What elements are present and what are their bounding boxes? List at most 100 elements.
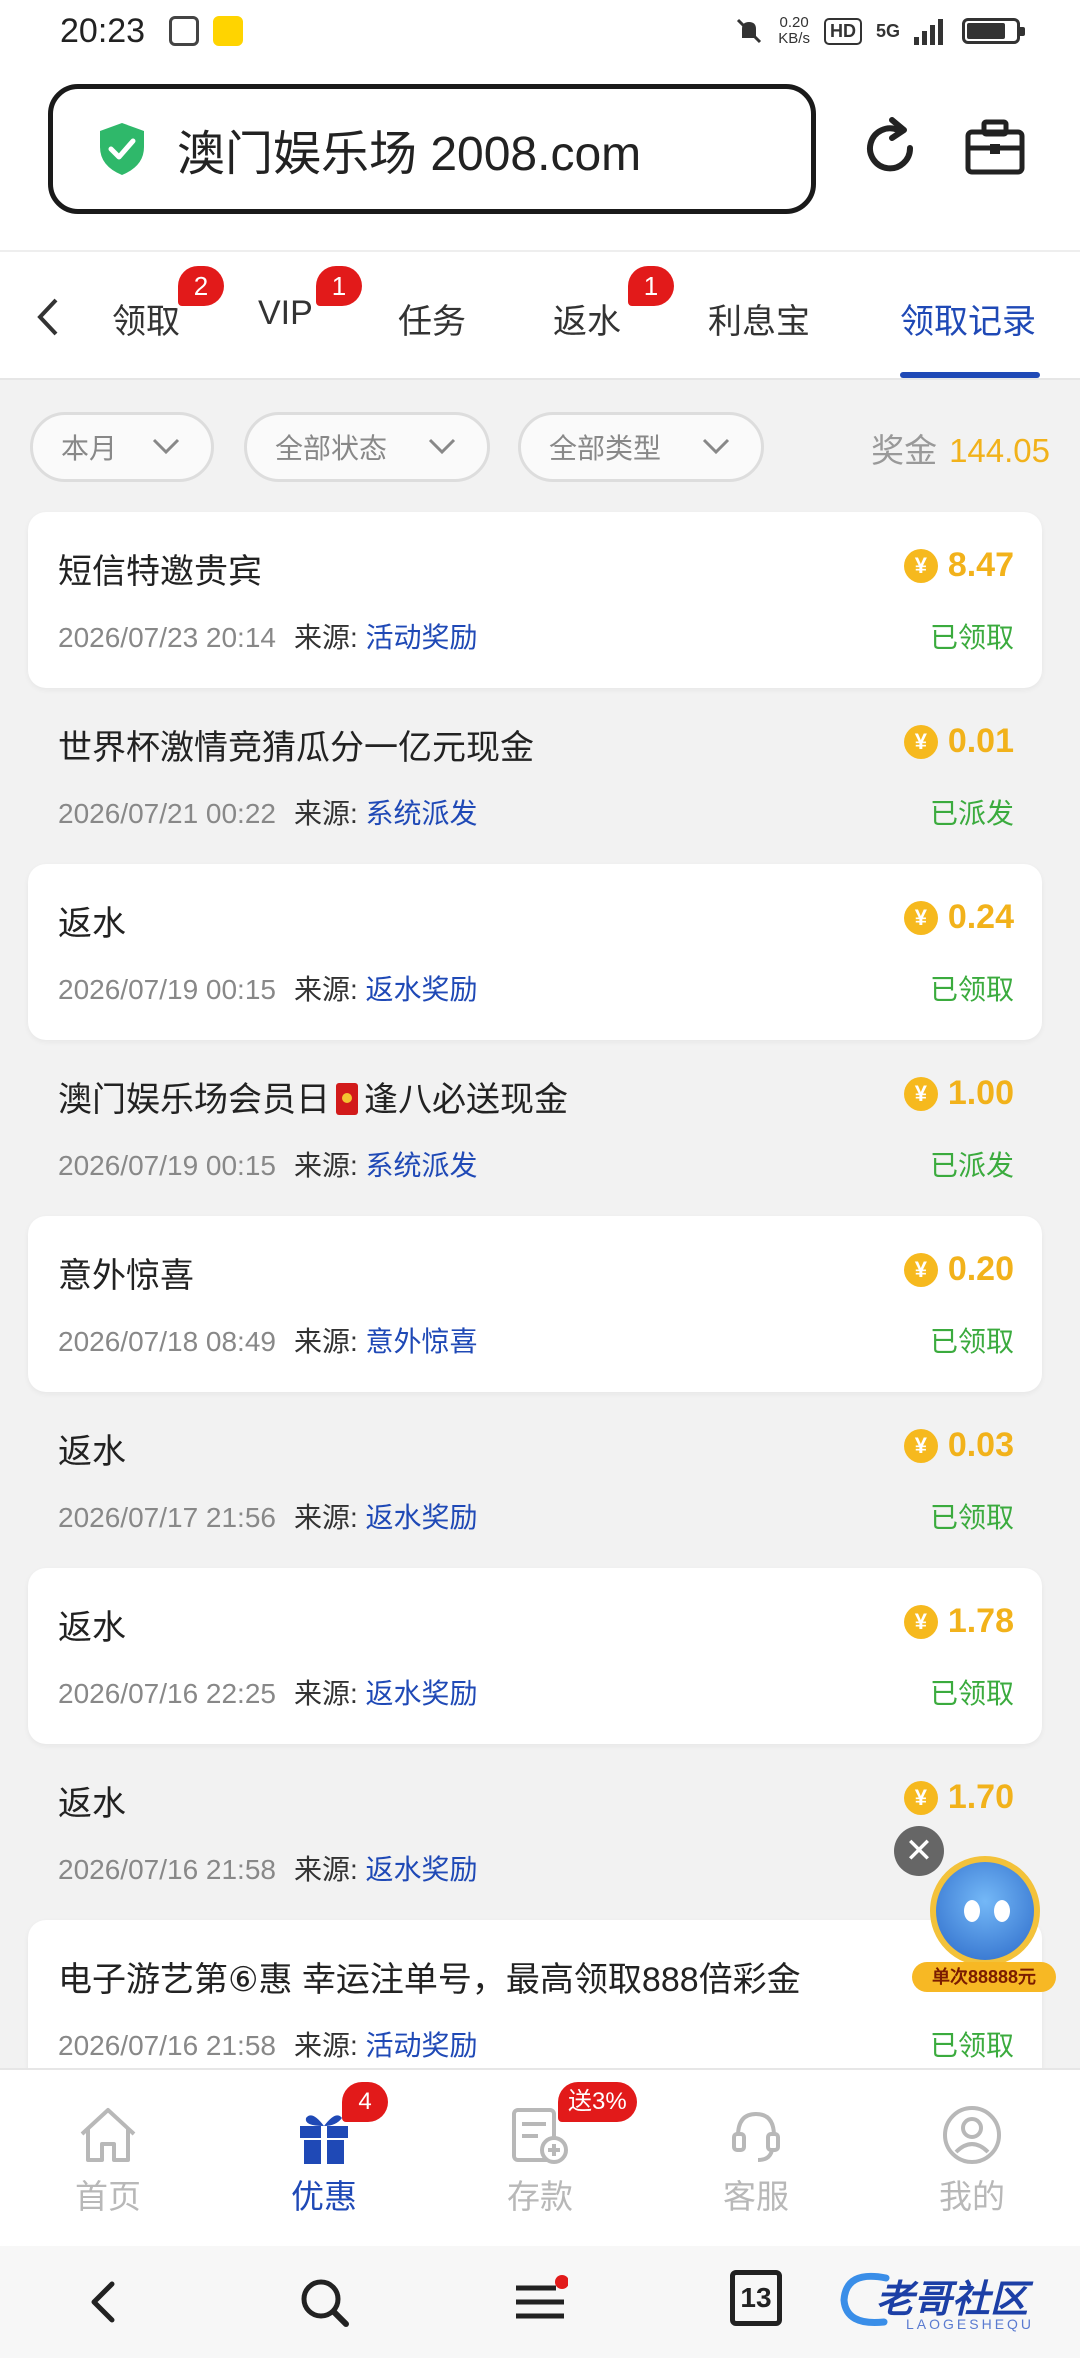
support-icon bbox=[732, 2111, 780, 2162]
tab-rebate[interactable]: 返水 bbox=[553, 294, 621, 343]
nav-deposit[interactable]: 存款 送3% bbox=[432, 2070, 648, 2248]
record-source: 系统派发 bbox=[365, 1150, 478, 1181]
record-source: 系统派发 bbox=[365, 798, 478, 829]
tab-tasks[interactable]: 任务 bbox=[398, 294, 466, 343]
status-indicators: 0.20 KB/s HD 5G bbox=[734, 15, 1025, 47]
status-filter[interactable]: 全部状态 bbox=[244, 412, 490, 482]
nav-profile[interactable]: 我的 bbox=[864, 2070, 1080, 2248]
back-icon[interactable] bbox=[78, 2274, 134, 2330]
notification-app-icon-2 bbox=[213, 16, 244, 46]
chevron-down-icon bbox=[152, 438, 180, 455]
status-time: 20:23 bbox=[60, 11, 146, 50]
record-row[interactable]: 澳门娱乐场会员日 逢八必送现金 2026/07/19 00:15 来源: 系统派发 … bbox=[28, 1040, 1042, 1216]
speed-value: 0.20 bbox=[779, 14, 809, 31]
tab-rebate-badge: 1 bbox=[628, 266, 674, 306]
coin-icon: ¥ bbox=[903, 1252, 938, 1287]
record-source: 返水奖励 bbox=[365, 1502, 478, 1533]
record-meta: 2026/07/21 00:22 来源: 系统派发 bbox=[58, 792, 478, 832]
record-source: 返水奖励 bbox=[365, 974, 478, 1005]
tab-claim[interactable]: 领取 bbox=[112, 294, 180, 343]
battery-icon bbox=[962, 18, 1025, 44]
record-amount-value: 0.03 bbox=[947, 1426, 1014, 1464]
nav-promotions-badge: 4 bbox=[342, 2082, 388, 2122]
record-title-part: 逢八必送现金 bbox=[364, 1081, 568, 1119]
coin-icon: ¥ bbox=[903, 1604, 938, 1639]
record-amount: ¥8.47 bbox=[903, 546, 1014, 585]
active-tab-indicator bbox=[900, 372, 1040, 378]
record-date: 2026/07/17 21:56 bbox=[58, 1502, 276, 1533]
type-filter[interactable]: 全部类型 bbox=[518, 412, 764, 482]
coin-icon: ¥ bbox=[903, 900, 938, 935]
watermark-logo: 老哥社区 LAOGESHEQU bbox=[836, 2260, 1064, 2340]
record-status: 已领取 bbox=[929, 974, 1014, 1005]
record-date: 2026/07/23 20:14 bbox=[58, 622, 276, 653]
tab-vip[interactable]: VIP bbox=[258, 294, 313, 333]
promo-mascot-icon[interactable] bbox=[930, 1856, 1040, 1966]
record-amount: ¥0.20 bbox=[903, 1250, 1014, 1289]
bonus-label: 奖金 bbox=[871, 432, 938, 469]
type-filter-label: 全部类型 bbox=[549, 433, 662, 464]
record-amount: ¥0.03 bbox=[903, 1426, 1014, 1465]
month-filter[interactable]: 本月 bbox=[30, 412, 214, 482]
category-tabs: 领取 2 VIP 1 任务 返水 1 利息宝 领取记录 bbox=[0, 250, 1080, 380]
network-speed: 0.20 KB/s bbox=[778, 15, 810, 47]
chevron-left-icon[interactable] bbox=[28, 292, 68, 342]
record-status: 已领取 bbox=[929, 1678, 1014, 1709]
bonus-total: 奖金 144.05 bbox=[871, 424, 1050, 472]
tab-interest[interactable]: 利息宝 bbox=[708, 294, 810, 343]
tab-switcher-button[interactable]: 13 bbox=[730, 2270, 782, 2326]
record-meta: 2026/07/18 08:49 来源: 意外惊喜 bbox=[58, 1320, 478, 1360]
nav-deposit-badge: 送3% bbox=[558, 2082, 637, 2122]
nav-promotions[interactable]: 优惠 4 bbox=[216, 2070, 432, 2248]
record-source: 活动奖励 bbox=[365, 2030, 478, 2061]
nav-support[interactable]: 客服 bbox=[648, 2070, 864, 2248]
record-row[interactable]: 世界杯激情竞猜瓜分一亿元现金 2026/07/21 00:22 来源: 系统派发 … bbox=[28, 688, 1042, 864]
record-row[interactable]: 短信特邀贵宾 2026/07/23 20:14 来源: 活动奖励 ¥8.47 已领… bbox=[28, 512, 1042, 688]
url-bar[interactable]: 澳门娱乐场 2008.com bbox=[48, 84, 816, 214]
record-title: 返水 bbox=[58, 1433, 126, 1471]
nav-promotions-label: 优惠 bbox=[291, 2178, 357, 2215]
bonus-amount: 144.05 bbox=[949, 432, 1050, 469]
coin-icon: ¥ bbox=[903, 1428, 938, 1463]
record-row[interactable]: 返水 2026/07/19 00:15 来源: 返水奖励 ¥0.24 已领取 bbox=[28, 864, 1042, 1040]
record-status: 已领取 bbox=[929, 2030, 1014, 2061]
browser-toolbar: 澳门娱乐场 2008.com bbox=[0, 62, 1080, 250]
record-status: 已领取 bbox=[929, 622, 1014, 653]
nav-home[interactable]: 首页 bbox=[0, 2070, 216, 2248]
record-source: 意外惊喜 bbox=[365, 1326, 478, 1357]
profile-icon bbox=[943, 2106, 1001, 2164]
record-title: 返水 bbox=[58, 1609, 126, 1647]
record-amount-value: 1.00 bbox=[947, 1074, 1014, 1112]
record-title: 返水 bbox=[58, 1785, 126, 1823]
record-status: 已派发 bbox=[929, 798, 1014, 829]
record-title: 短信特邀贵宾 bbox=[58, 553, 262, 591]
coin-icon: ¥ bbox=[903, 548, 938, 583]
record-date: 2026/07/19 00:15 bbox=[58, 1150, 276, 1181]
record-row[interactable]: 返水 2026/07/16 21:58 来源: 返水奖励 ¥1.70 bbox=[28, 1744, 1042, 1920]
record-row[interactable]: 返水 2026/07/17 21:56 来源: 返水奖励 ¥0.03 已领取 bbox=[28, 1392, 1042, 1568]
toolbox-icon[interactable] bbox=[964, 118, 1026, 176]
coin-icon: ¥ bbox=[903, 1780, 938, 1815]
coin-icon: ¥ bbox=[903, 1076, 938, 1111]
promo-close-button[interactable]: ✕ bbox=[894, 1826, 944, 1876]
record-row[interactable]: 返水 2026/07/16 22:25 来源: 返水奖励 ¥1.78 已领取 bbox=[28, 1568, 1042, 1744]
record-source: 返水奖励 bbox=[365, 1854, 478, 1885]
menu-icon[interactable] bbox=[512, 2274, 568, 2330]
record-source-label: 来源: bbox=[293, 798, 358, 829]
record-meta: 2026/07/16 21:58 来源: 返水奖励 bbox=[58, 1848, 478, 1888]
notification-app-icon bbox=[169, 16, 200, 46]
tab-claim-badge: 2 bbox=[178, 266, 224, 306]
record-amount: ¥1.78 bbox=[903, 1602, 1014, 1641]
reload-icon[interactable] bbox=[858, 116, 922, 180]
nav-deposit-label: 存款 bbox=[507, 2178, 573, 2215]
record-row[interactable]: 意外惊喜 2026/07/18 08:49 来源: 意外惊喜 ¥0.20 已领取 bbox=[28, 1216, 1042, 1392]
red-envelope-icon bbox=[336, 1083, 358, 1115]
tab-claim-history[interactable]: 领取记录 bbox=[900, 294, 1036, 343]
hd-badge: HD bbox=[823, 17, 862, 45]
signal-icon bbox=[914, 19, 943, 45]
tab-vip-badge: 1 bbox=[316, 266, 362, 306]
floating-promo[interactable]: 单次88888元 ✕ bbox=[894, 1826, 1056, 1996]
record-title-part: 澳门娱乐场会员日 bbox=[58, 1081, 330, 1119]
search-icon[interactable] bbox=[296, 2274, 352, 2330]
record-source-label: 来源: bbox=[293, 2030, 358, 2061]
